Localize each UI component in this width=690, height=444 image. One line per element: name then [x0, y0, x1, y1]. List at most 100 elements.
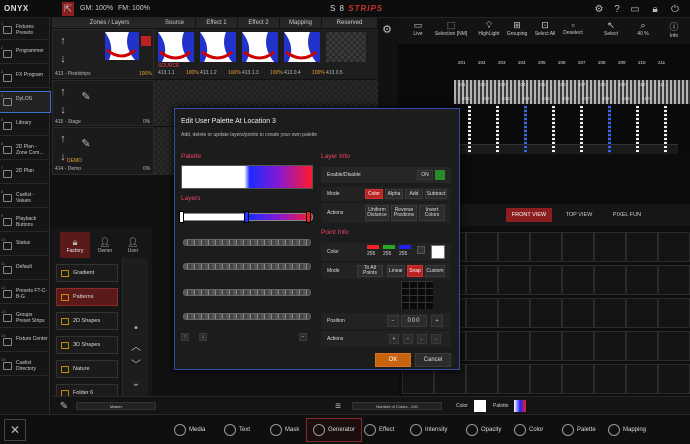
preset-slot[interactable]: [530, 364, 562, 394]
select-all-button[interactable]: ⊡ Select All: [532, 20, 558, 42]
pixel-fun-tab[interactable]: PIXEL FUN: [606, 208, 648, 222]
exit-icon[interactable]: ⇱: [62, 2, 74, 16]
layer-down-icon[interactable]: ↓: [199, 333, 207, 341]
zone-row-2[interactable]: ↑ ↓ ✎ 415 - Stage 0%: [52, 80, 154, 126]
invert-colors-button[interactable]: Invert Colors: [419, 205, 445, 221]
preset-slot[interactable]: [466, 298, 498, 328]
custom-button[interactable]: Custom: [425, 265, 445, 277]
sidebar-item[interactable]: 11 Default: [0, 260, 50, 280]
layer-row-empty[interactable]: [183, 313, 311, 320]
red-value[interactable]: 255: [367, 251, 375, 257]
fixture-number[interactable]: 107: [578, 82, 586, 87]
preset-slot[interactable]: [658, 298, 690, 328]
gradient-point-handle[interactable]: [179, 211, 184, 223]
mode-color-button[interactable]: Color: [365, 189, 383, 199]
sidebar-item[interactable]: 5 Library: [0, 116, 50, 136]
tab-generator[interactable]: Generator: [306, 418, 363, 442]
layer-delete-icon[interactable]: −: [299, 333, 307, 341]
settings-icon[interactable]: ⚙: [592, 2, 606, 16]
point-color-swatch[interactable]: [431, 245, 445, 259]
arrow-up-icon[interactable]: ↑: [56, 85, 70, 99]
fixture-number[interactable]: 403: [502, 96, 510, 101]
fixture-number[interactable]: 202: [478, 60, 486, 65]
preset-slot[interactable]: [626, 232, 658, 262]
sidebar-item[interactable]: 14 Fixture Center: [0, 332, 50, 352]
preset-slot[interactable]: [498, 298, 530, 328]
preset-slot[interactable]: [498, 265, 530, 295]
brush-icon[interactable]: ✎: [58, 399, 70, 413]
gradient-point-handle[interactable]: [244, 211, 249, 223]
pixel-strip[interactable]: [580, 106, 583, 154]
library-folder[interactable]: Patterns: [56, 288, 118, 306]
fixture-number[interactable]: 207: [578, 60, 586, 65]
arrow-down-icon[interactable]: ↓: [56, 103, 70, 117]
curve-preview[interactable]: [401, 281, 433, 309]
fixture-number[interactable]: 104: [518, 82, 526, 87]
help-icon[interactable]: ?: [610, 2, 624, 16]
gradient-point-handle[interactable]: [306, 211, 311, 223]
front-view-tab[interactable]: FRONT VIEW: [506, 208, 552, 222]
broom-icon[interactable]: ✎: [79, 136, 93, 150]
preset-slot[interactable]: [466, 232, 498, 262]
master-fader[interactable]: Master: [76, 402, 156, 410]
fixture-number[interactable]: 105: [538, 82, 546, 87]
highlight-button[interactable]: 💡︎ HighLight: [476, 20, 502, 42]
deselect-button[interactable]: ▫ Deselect: [560, 20, 586, 42]
chevron-down-icon[interactable]: ﹀: [129, 356, 143, 371]
sidebar-item[interactable]: 3 FX Program: [0, 68, 50, 88]
tab-color[interactable]: Color: [508, 418, 549, 442]
number-of-colors-fader[interactable]: Number of Colors - 200: [352, 402, 442, 410]
fixture-number[interactable]: 404: [522, 96, 530, 101]
select-button[interactable]: ↖ Select: [598, 20, 624, 42]
layer-row-empty[interactable]: [183, 239, 311, 246]
library-folder[interactable]: Gradient: [56, 264, 118, 282]
fixture-number[interactable]: 110: [638, 82, 645, 87]
fixture-number[interactable]: 408: [602, 96, 610, 101]
zoom-readout[interactable]: ⌕ 40 %: [630, 20, 656, 42]
fixture-number[interactable]: 102: [478, 82, 486, 87]
fixture-number[interactable]: 211: [658, 60, 665, 65]
fixture-number[interactable]: 204: [518, 60, 526, 65]
zone-row-3[interactable]: ↑ ↓ ✎ DEMO 414 - Demo 0%: [52, 127, 154, 175]
preset-slot[interactable]: [498, 331, 530, 361]
fixture-number[interactable]: 410: [642, 96, 650, 101]
tab-opacity[interactable]: Opacity: [460, 418, 507, 442]
sidebar-item[interactable]: 2 Programmer: [0, 44, 50, 64]
preset-slot[interactable]: [658, 232, 690, 262]
position-decrement-button[interactable]: −: [387, 315, 399, 327]
arrow-up-icon[interactable]: ↑: [56, 132, 70, 146]
arrow-down-icon[interactable]: ↓: [56, 52, 70, 66]
pixel-strip[interactable]: [496, 106, 499, 154]
library-folder[interactable]: 2D Shapes: [56, 312, 118, 330]
library-folder[interactable]: 3D Shapes: [56, 336, 118, 354]
preset-slot[interactable]: [658, 331, 690, 361]
fixture-number[interactable]: 405: [542, 96, 550, 101]
fixture-number[interactable]: 201: [458, 60, 466, 65]
preset-slot[interactable]: [498, 232, 530, 262]
preset-slot[interactable]: [658, 364, 690, 394]
green-value[interactable]: 255: [383, 251, 391, 257]
sidebar-item[interactable]: 15 Cuelist Directory: [0, 356, 50, 376]
info-button[interactable]: ⓘ Info: [662, 20, 686, 42]
sidebar-item[interactable]: 7 2D Plan: [0, 164, 50, 184]
pixel-strip[interactable]: [552, 106, 555, 154]
preset-slot[interactable]: [594, 298, 626, 328]
to-all-points-button[interactable]: To All Points: [357, 265, 383, 277]
user-tab[interactable]: 👤︎ User: [120, 232, 146, 258]
preset-slot[interactable]: [626, 364, 658, 394]
tab-media[interactable]: Media: [168, 418, 211, 442]
reserved-cell[interactable]: [326, 32, 366, 62]
fixture-number[interactable]: 208: [598, 60, 606, 65]
mapping-cell[interactable]: [284, 32, 320, 62]
prev-point-button[interactable]: ←: [417, 334, 427, 344]
fixture-number[interactable]: 103: [498, 82, 506, 87]
owner-tab[interactable]: 👤︎ Owner: [92, 232, 118, 258]
tab-effect[interactable]: Effect: [358, 418, 400, 442]
enable-toggle[interactable]: [435, 170, 445, 180]
gear-icon[interactable]: ⚙: [380, 22, 394, 36]
tab-palette[interactable]: Palette: [556, 418, 602, 442]
preset-slot[interactable]: [466, 331, 498, 361]
fixture-number[interactable]: 101: [458, 82, 466, 87]
fixture-number[interactable]: 109: [618, 82, 626, 87]
preset-slot[interactable]: [562, 331, 594, 361]
